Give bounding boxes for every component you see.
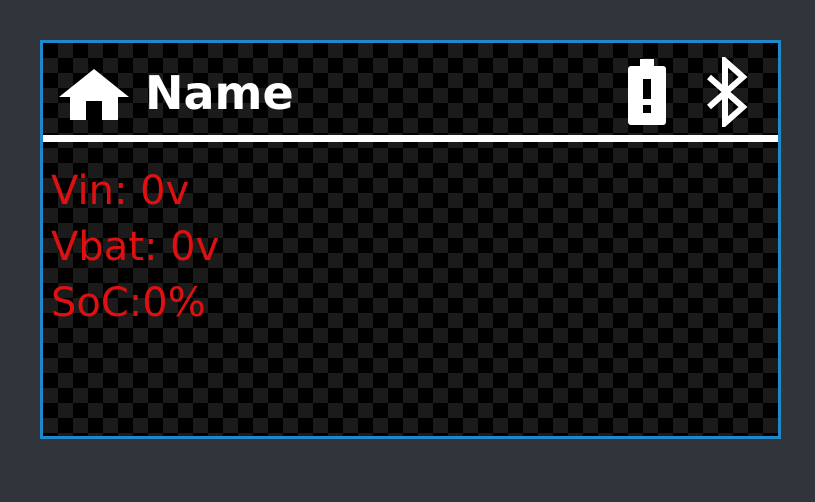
header-divider [43, 135, 778, 142]
home-icon[interactable] [57, 67, 131, 121]
readings-panel: Vin: 0v Vbat: 0v SoC:0% [51, 163, 219, 331]
vin-reading: Vin: 0v [51, 168, 190, 214]
header-bar: Name [43, 43, 778, 135]
vbat-reading: Vbat: 0v [51, 224, 220, 270]
bluetooth-icon[interactable] [703, 54, 753, 130]
soc-reading: SoC:0% [51, 280, 206, 326]
screen-frame: Name Vin: 0v Vbat: 0v SoC:0% [40, 40, 781, 439]
battery-alert-icon [628, 59, 666, 125]
page-title: Name [145, 66, 294, 120]
